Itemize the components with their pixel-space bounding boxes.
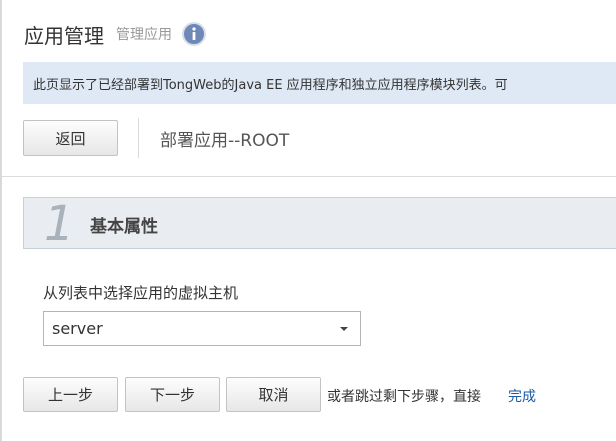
step-title: 基本属性 — [90, 217, 158, 237]
step-header: 1 基本属性 — [23, 196, 616, 252]
skip-steps-text: 或者跳过剩下步骤，直接 — [327, 389, 481, 405]
page-subtitle: 管理应用 — [116, 27, 172, 43]
next-step-button[interactable]: 下一步 — [125, 377, 220, 412]
deploy-app-label: 部署应用--ROOT — [160, 131, 290, 151]
prev-step-button[interactable]: 上一步 — [23, 377, 118, 412]
left-border — [0, 0, 2, 441]
virtual-host-selected-value: server — [52, 319, 103, 338]
back-button[interactable]: 返回 — [23, 120, 118, 156]
chevron-down-icon — [340, 326, 348, 331]
info-banner: 此页显示了已经部署到TongWeb的Java EE 应用程序和独立应用程序模块列… — [23, 62, 616, 104]
page-title: 应用管理 — [24, 23, 104, 48]
virtual-host-label: 从列表中选择应用的虚拟主机 — [43, 284, 239, 302]
toolbar-divider — [138, 118, 139, 158]
cancel-button[interactable]: 取消 — [226, 377, 321, 412]
virtual-host-select[interactable]: server — [43, 311, 361, 346]
section-divider — [2, 176, 616, 177]
finish-link[interactable]: 完成 — [508, 386, 536, 406]
info-banner-text: 此页显示了已经部署到TongWeb的Java EE 应用程序和独立应用程序模块列… — [33, 77, 508, 93]
page-header: 应用管理 管理应用 — [24, 18, 206, 50]
step-number: 1 — [44, 196, 75, 252]
info-icon[interactable] — [182, 22, 206, 46]
